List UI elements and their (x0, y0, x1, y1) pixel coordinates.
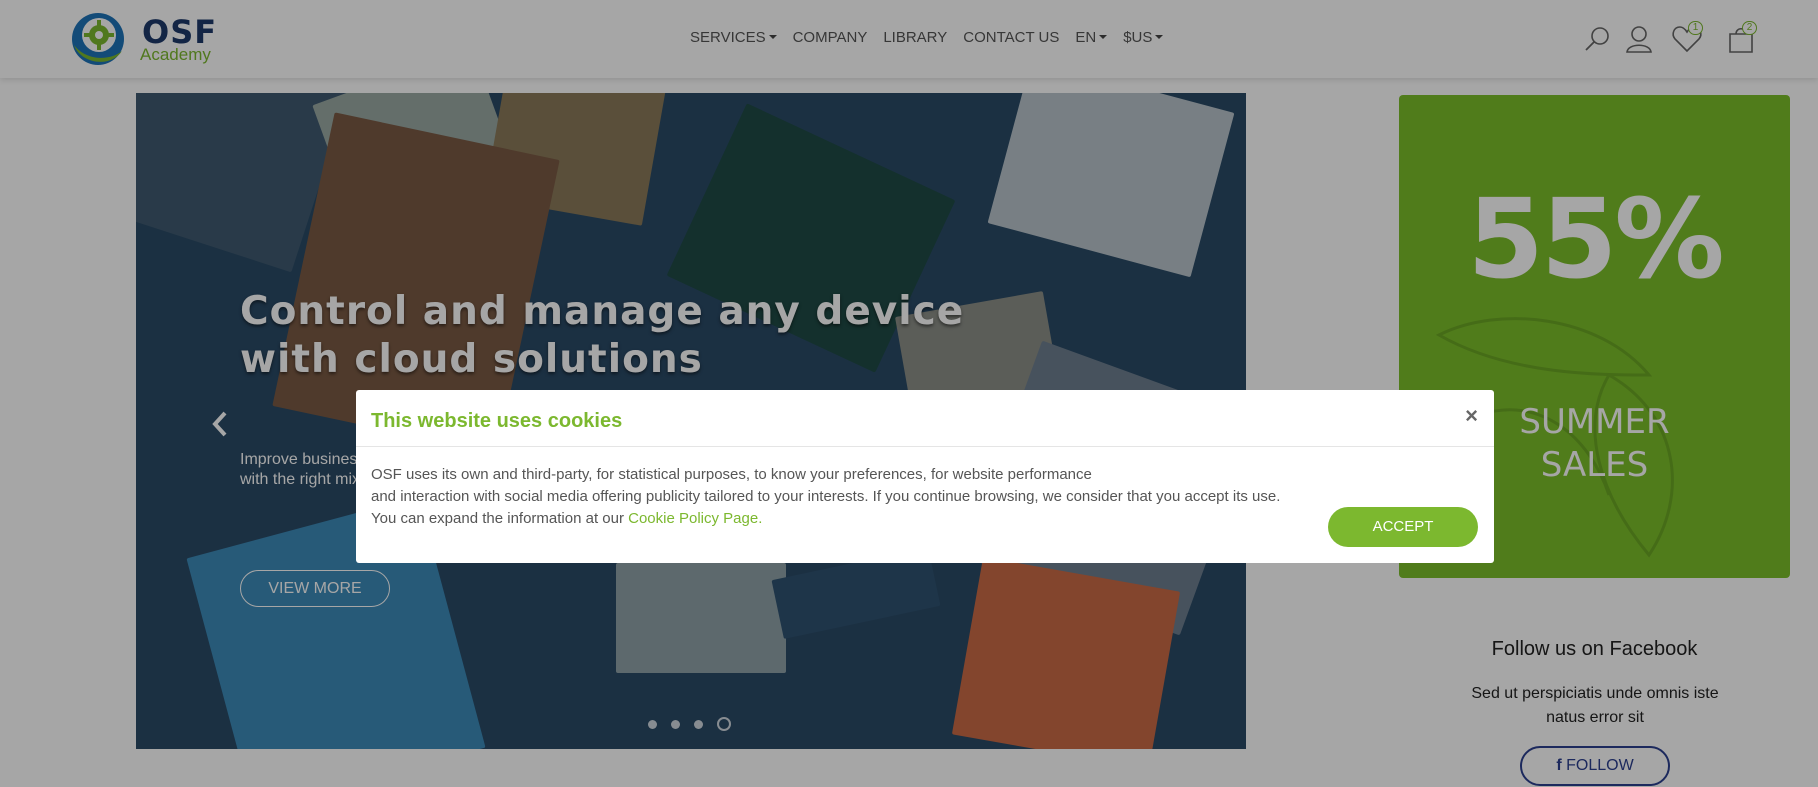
cookie-modal-title: This website uses cookies (371, 410, 623, 432)
cookie-text-line: OSF uses its own and third-party, for st… (371, 466, 1092, 483)
cookie-policy-link[interactable]: Cookie Policy Page. (628, 510, 762, 527)
cookie-modal-text: OSF uses its own and third-party, for st… (371, 464, 1301, 530)
accept-cookies-button[interactable]: ACCEPT (1328, 507, 1478, 547)
cookie-text-line: You can expand the information at our Co… (371, 508, 1301, 530)
close-icon[interactable]: × (1465, 405, 1478, 427)
cookie-text-prefix: You can expand the information at our (371, 510, 629, 527)
cookie-modal: This website uses cookies × OSF uses its… (356, 390, 1494, 563)
cookie-text-line: and interaction with social media offeri… (371, 488, 1281, 505)
cookie-modal-header: This website uses cookies × (356, 390, 1494, 447)
